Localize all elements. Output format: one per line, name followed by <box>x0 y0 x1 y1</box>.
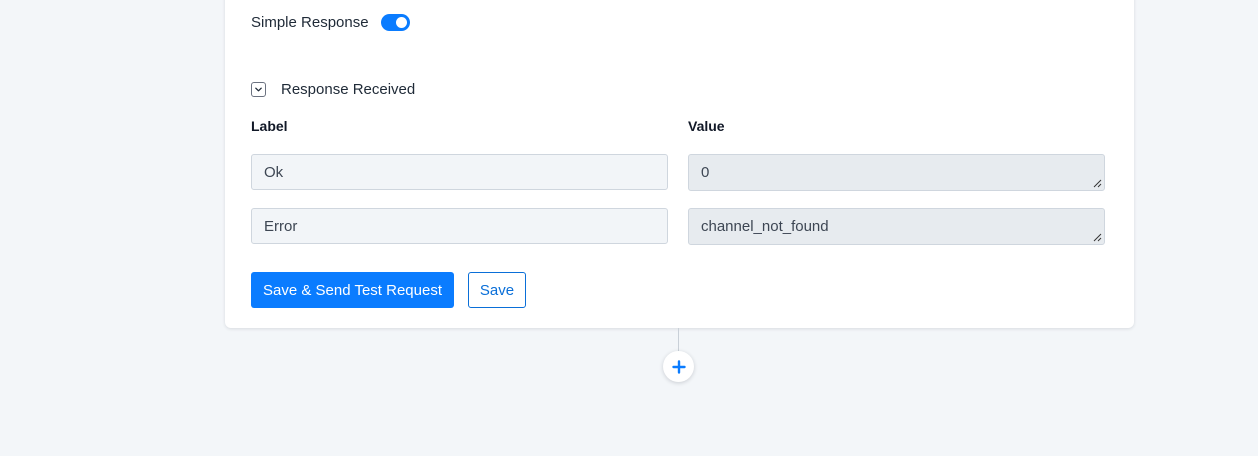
toggle-knob <box>395 16 407 28</box>
label-input-error[interactable]: Error <box>251 208 668 244</box>
save-and-send-test-request-button[interactable]: Save & Send Test Request <box>251 272 454 308</box>
label-input-text: Error <box>264 217 298 235</box>
label-input-text: Ok <box>264 163 284 181</box>
value-textarea-text: channel_not_found <box>701 218 829 235</box>
label-input-ok[interactable]: Ok <box>251 154 668 190</box>
resize-handle-icon[interactable] <box>1092 232 1102 242</box>
simple-response-label: Simple Response <box>251 13 369 31</box>
simple-response-row: Simple Response <box>251 11 410 33</box>
add-step-button[interactable] <box>663 351 694 382</box>
save-button[interactable]: Save <box>468 272 526 308</box>
plus-icon <box>671 359 686 374</box>
value-textarea-error[interactable]: channel_not_found <box>688 208 1105 245</box>
chevron-down-icon <box>255 87 262 91</box>
value-column-header: Value <box>688 118 725 134</box>
response-settings-card: Simple Response Response Received Label … <box>225 0 1134 328</box>
simple-response-toggle[interactable] <box>380 13 410 31</box>
value-textarea-text: 0 <box>701 164 710 181</box>
response-received-label: Response Received <box>281 80 416 98</box>
workflow-connector-line <box>678 328 679 352</box>
value-textarea-ok[interactable]: 0 <box>688 154 1105 191</box>
label-column-header: Label <box>251 118 288 134</box>
response-received-row: Response Received <box>251 79 415 99</box>
resize-handle-icon[interactable] <box>1092 178 1102 188</box>
response-received-expand-checkbox[interactable] <box>251 81 266 97</box>
